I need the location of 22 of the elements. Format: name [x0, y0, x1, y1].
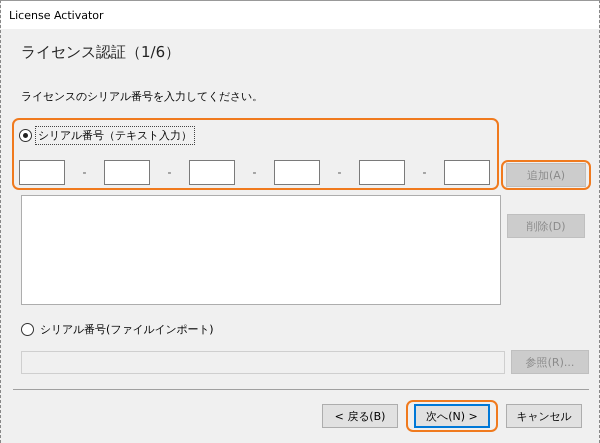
window-title: License Activator — [9, 8, 104, 22]
radio-label[interactable]: シリアル番号(ファイルインポート) — [37, 320, 217, 339]
instruction-text: ライセンスのシリアル番号を入力してください。 — [21, 89, 264, 104]
page-heading: ライセンス認証（1/6） — [21, 43, 182, 62]
next-button[interactable]: 次へ(N) > — [414, 404, 490, 428]
cancel-button[interactable]: キャンセル — [506, 404, 582, 428]
serial-input-field[interactable] — [104, 160, 150, 185]
back-button[interactable]: < 戻る(B) — [322, 404, 398, 428]
radio-label[interactable]: シリアル番号（テキスト入力） — [35, 126, 195, 145]
serial-input-field[interactable] — [189, 160, 235, 185]
serial-input-field[interactable] — [444, 160, 490, 185]
serial-input-field[interactable] — [274, 160, 320, 185]
serial-input-field[interactable] — [19, 160, 65, 185]
dash-separator: - — [252, 166, 258, 179]
radio-button[interactable] — [21, 323, 34, 336]
radio-button[interactable] — [19, 129, 32, 142]
serial-list-box[interactable] — [21, 195, 501, 305]
dash-separator: - — [422, 166, 428, 179]
dash-separator: - — [166, 166, 172, 179]
dash-separator: - — [336, 166, 342, 179]
dash-separator: - — [82, 166, 88, 179]
serial-input-field[interactable] — [359, 160, 405, 185]
